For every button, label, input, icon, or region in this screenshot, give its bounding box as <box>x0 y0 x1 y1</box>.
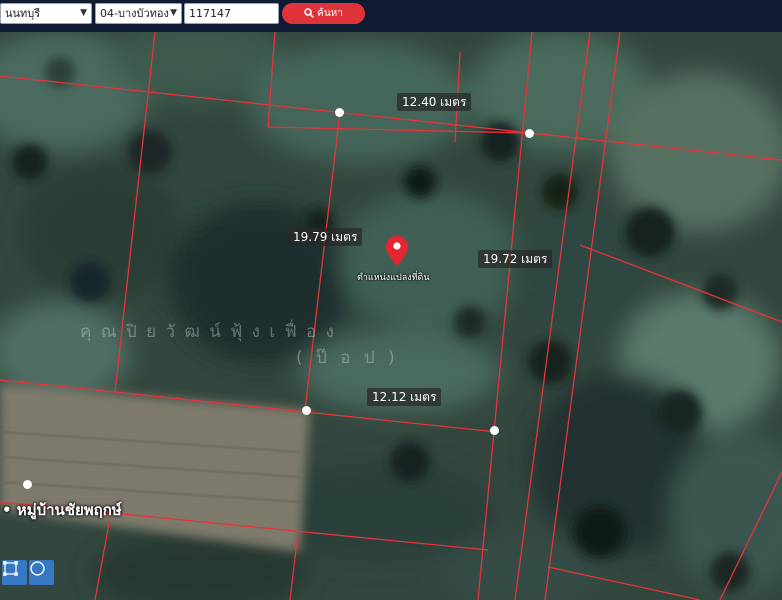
measurement-left: 19.79 เมตร <box>288 228 363 246</box>
village-name-line1: คุ ณ ปิ ย วั ฒ น์ ฟุ้ ง เ ฟื่ อ ง <box>80 322 336 342</box>
province-value: นนทบุรี <box>5 7 41 20</box>
vertex-handle[interactable] <box>301 405 311 415</box>
pin-label: ตำแหน่งแปลงที่ดิน <box>357 273 430 283</box>
measurement-top: 12.40 เมตร <box>397 93 472 111</box>
vertex-handle[interactable] <box>334 107 344 117</box>
satellite-map[interactable]: คุ ณ ปิ ย วั ฒ น์ ฟุ้ ง เ ฟื่ อ ง ( ป๊ อ… <box>0 32 782 600</box>
draw-circle-button[interactable] <box>29 560 54 585</box>
circle-icon <box>30 561 45 576</box>
district-select[interactable]: 04-บางบัวทอง ▼ <box>95 3 182 24</box>
search-button[interactable]: ค้นหา <box>282 3 365 24</box>
vertex-handle[interactable] <box>524 128 534 138</box>
parcel-number-input[interactable] <box>184 3 279 24</box>
village-name-line2: ( ป๊ อ ป ) <box>296 348 399 368</box>
vertex-handle[interactable] <box>489 425 499 435</box>
chevron-down-icon: ▼ <box>170 8 177 18</box>
top-toolbar: นนทบุรี ▼ 04-บางบัวทอง ▼ ค้นหา <box>0 0 782 32</box>
province-select[interactable]: นนทบุรี ▼ <box>0 3 92 24</box>
road-label: • หมู่บ้านชัยพฤกษ์ <box>2 501 122 519</box>
search-button-label: ค้นหา <box>317 8 343 19</box>
draw-polygon-button[interactable] <box>2 560 27 585</box>
vertex-handle[interactable] <box>22 479 32 489</box>
measurement-right: 19.72 เมตร <box>478 250 553 268</box>
measurement-bottom: 12.12 เมตร <box>367 388 442 406</box>
district-value: 04-บางบัวทอง <box>100 7 169 20</box>
search-icon <box>304 8 314 18</box>
polygon-icon <box>3 561 18 576</box>
chevron-down-icon: ▼ <box>80 8 87 18</box>
